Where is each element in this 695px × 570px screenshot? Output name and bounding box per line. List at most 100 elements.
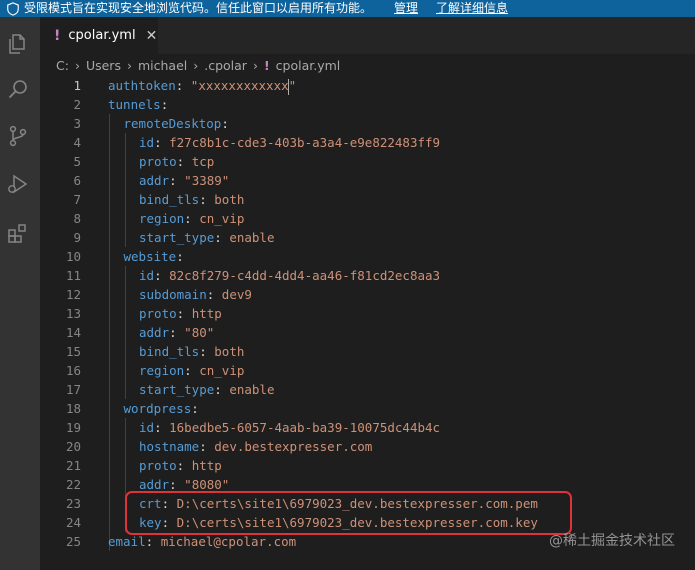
line-number: 17 (65, 382, 81, 397)
code-line[interactable]: 22 addr: "8080" (40, 475, 695, 494)
code-text: email: michael@cpolar.com (108, 534, 297, 549)
yaml-key: crt (139, 496, 162, 511)
code-line[interactable]: 6 addr: "3389" (40, 171, 695, 190)
yaml-key: start_type (139, 382, 215, 397)
line-number: 8 (73, 211, 81, 226)
code-text: crt: D:\certs\site1\6979023_dev.bestexpr… (139, 496, 538, 511)
code-text: tunnels: (108, 97, 169, 112)
code-line[interactable]: 14 addr: "80" (40, 323, 695, 342)
yaml-value: cn_vip (199, 363, 245, 378)
code-line[interactable]: 15 bind_tls: both (40, 342, 695, 361)
breadcrumb-users[interactable]: Users (86, 58, 121, 73)
breadcrumb-file[interactable]: cpolar.yml (276, 58, 341, 73)
code-text: start_type: enable (139, 230, 275, 245)
yaml-key: addr (139, 173, 170, 188)
line-number: 3 (73, 116, 81, 131)
code-editor[interactable]: 1 authtoken: "xxxxxxxxxxxx" 2 tunnels: 3 remo… (40, 76, 695, 570)
yaml-key: id (139, 268, 155, 283)
close-icon[interactable]: ✕ (146, 28, 158, 44)
yaml-key: tunnels (108, 97, 161, 112)
code-line[interactable]: 8 region: cn_vip (40, 209, 695, 228)
run-debug-icon[interactable] (5, 171, 31, 197)
code-line[interactable]: 19 id: 16bedbe5-6057-4aab-ba39-10075dc44b… (40, 418, 695, 437)
code-text: authtoken: "xxxxxxxxxxxx" (108, 78, 297, 95)
code-line[interactable]: 12 subdomain: dev9 (40, 285, 695, 304)
learn-more-link[interactable]: 了解详细信息 (436, 0, 508, 17)
line-number: 16 (65, 363, 81, 378)
yaml-value: 82c8f279-c4dd-4dd4-aa46-f81cd2ec8aa3 (169, 268, 441, 283)
code-line[interactable]: 18 wordpress: (40, 399, 695, 418)
line-number: 15 (65, 344, 81, 359)
tab-cpolar-yml[interactable]: ! cpolar.yml ✕ (40, 17, 158, 54)
code-line[interactable]: 20 hostname: dev.bestexpresser.com (40, 437, 695, 456)
yaml-value: both (214, 192, 245, 207)
yaml-key: authtoken (108, 78, 176, 93)
source-control-icon[interactable] (5, 123, 31, 149)
code-line[interactable]: 11 id: 82c8f279-c4dd-4dd4-aa46-f81cd2ec8a… (40, 266, 695, 285)
line-number: 4 (73, 135, 81, 150)
line-number: 2 (73, 97, 81, 112)
yaml-key: id (139, 135, 155, 150)
code-line[interactable]: 16 region: cn_vip (40, 361, 695, 380)
yaml-key: bind_tls (139, 192, 200, 207)
code-line[interactable]: 17 start_type: enable (40, 380, 695, 399)
code-text: addr: "8080" (139, 477, 230, 492)
code-line[interactable]: 21 proto: http (40, 456, 695, 475)
code-text: id: 16bedbe5-6057-4aab-ba39-10075dc44b4c (139, 420, 441, 435)
shield-icon (7, 1, 19, 16)
code-line[interactable]: 7 bind_tls: both (40, 190, 695, 209)
yaml-value: 16bedbe5-6057-4aab-ba39-10075dc44b4c (169, 420, 441, 435)
yaml-key: region (139, 363, 185, 378)
manage-link[interactable]: 管理 (394, 0, 418, 17)
code-line[interactable]: 10 website: (40, 247, 695, 266)
chevron-right-icon: › (193, 57, 199, 73)
breadcrumb-drive[interactable]: C: (56, 58, 69, 73)
code-line[interactable]: 13 proto: http (40, 304, 695, 323)
search-icon[interactable] (5, 77, 31, 103)
yaml-key: key (139, 515, 162, 530)
extensions-icon[interactable] (5, 221, 31, 247)
code-line[interactable]: 9 start_type: enable (40, 228, 695, 247)
code-line[interactable]: 5 proto: tcp (40, 152, 695, 171)
breadcrumb-michael[interactable]: michael (138, 58, 187, 73)
yaml-value: tcp (191, 154, 215, 169)
yaml-key: bind_tls (139, 344, 200, 359)
code-text: start_type: enable (139, 382, 275, 397)
yaml-key: email (108, 534, 146, 549)
breadcrumb: C: › Users › michael › .cpolar › ! cpola… (40, 54, 695, 76)
code-text: hostname: dev.bestexpresser.com (139, 439, 373, 454)
chevron-right-icon: › (126, 57, 132, 73)
code-text: addr: "3389" (139, 173, 230, 188)
yaml-key: proto (139, 458, 177, 473)
yaml-value: cn_vip (199, 211, 245, 226)
yaml-key: wordpress (123, 401, 192, 416)
line-number: 20 (65, 439, 81, 454)
line-number: 19 (65, 420, 81, 435)
explorer-icon[interactable] (5, 31, 31, 57)
yaml-value: "80" (184, 325, 215, 340)
code-line[interactable]: 1 authtoken: "xxxxxxxxxxxx" (40, 76, 695, 95)
line-number: 6 (73, 173, 81, 188)
editor-tab-bar: ! cpolar.yml ✕ (40, 17, 695, 54)
breadcrumb-cpolar-folder[interactable]: .cpolar (204, 58, 247, 73)
chevron-right-icon: › (252, 57, 258, 73)
code-text: website: (123, 249, 184, 264)
code-line[interactable]: 23 crt: D:\certs\site1\6979023_dev.bestex… (40, 494, 695, 513)
yaml-key: addr (139, 325, 170, 340)
code-text: id: f27c8b1c-cde3-403b-a3a4-e9e822483ff9 (139, 135, 441, 150)
yaml-value: enable (229, 382, 275, 397)
yaml-key: subdomain (139, 287, 207, 302)
yaml-key: proto (139, 154, 177, 169)
line-number: 23 (65, 496, 81, 511)
yaml-file-icon: ! (54, 27, 61, 44)
yaml-file-icon: ! (263, 57, 270, 73)
code-line[interactable]: 2 tunnels: (40, 95, 695, 114)
code-text: remoteDesktop: (123, 116, 229, 131)
code-line[interactable]: 3 remoteDesktop: (40, 114, 695, 133)
yaml-value: "xxxxxxxxxxxx" (190, 78, 297, 95)
banner-message: 受限模式旨在实现安全地浏览代码。信任此窗口以启用所有功能。 (24, 1, 373, 15)
watermark: @稀土掘金技术社区 (549, 533, 675, 549)
code-line[interactable]: 4 id: f27c8b1c-cde3-403b-a3a4-e9e822483ff… (40, 133, 695, 152)
line-number: 5 (73, 154, 81, 169)
yaml-key: region (139, 211, 185, 226)
